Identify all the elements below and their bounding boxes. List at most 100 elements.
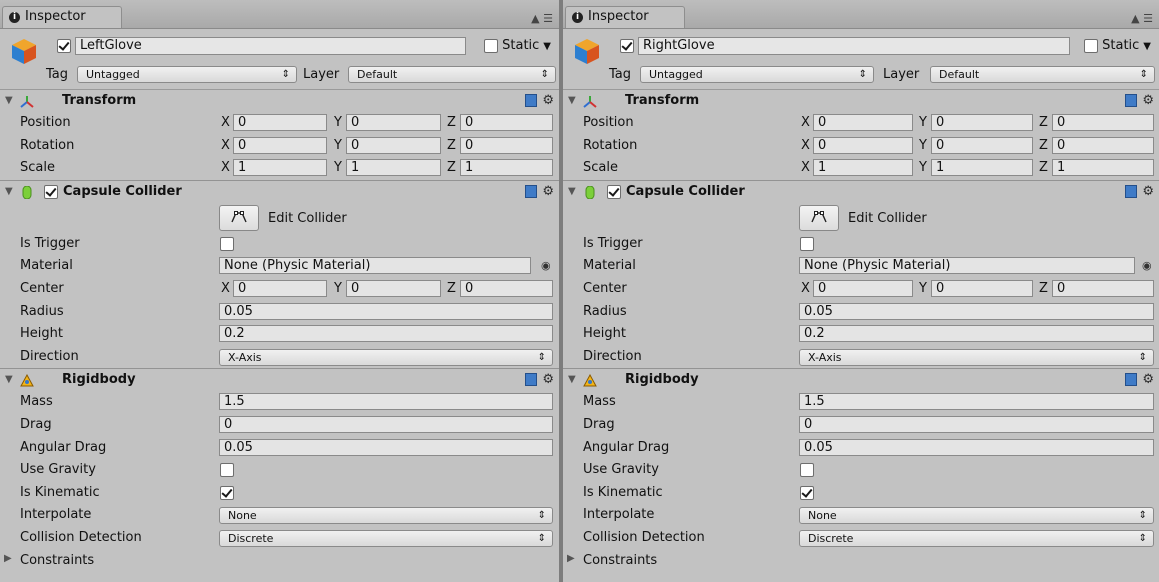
x-axis-label[interactable]: X <box>221 138 230 153</box>
mass-field[interactable]: 1.5 <box>799 393 1154 411</box>
gear-icon[interactable]: ⚙ <box>542 185 554 198</box>
gear-icon[interactable]: ⚙ <box>1142 373 1154 386</box>
rotation-x-field[interactable]: 0 <box>233 136 327 154</box>
interpolate-dropdown[interactable]: None ⇕ <box>799 507 1154 525</box>
angular-drag-field[interactable]: 0.05 <box>799 438 1154 456</box>
center-z-field[interactable]: 0 <box>1052 279 1154 297</box>
layer-dropdown[interactable]: Default ⇕ <box>930 66 1155 83</box>
center-z-field[interactable]: 0 <box>460 279 553 297</box>
direction-dropdown[interactable]: X-Axis ⇕ <box>799 348 1154 366</box>
gear-icon[interactable]: ⚙ <box>1142 94 1154 107</box>
rotation-z-field[interactable]: 0 <box>460 136 553 154</box>
object-name-field[interactable]: RightGlove <box>638 37 1070 55</box>
z-axis-label[interactable]: Z <box>1039 160 1048 175</box>
position-z-field[interactable]: 0 <box>460 114 553 131</box>
component-enabled-checkbox[interactable] <box>607 184 621 199</box>
help-book-icon[interactable] <box>525 94 538 107</box>
gear-icon[interactable]: ⚙ <box>542 94 554 107</box>
constraints-row[interactable]: ▶ Constraints <box>0 550 559 573</box>
y-axis-label[interactable]: Y <box>919 281 927 296</box>
scale-z-field[interactable]: 1 <box>460 159 553 177</box>
position-y-field[interactable]: 0 <box>931 114 1033 131</box>
z-axis-label[interactable]: Z <box>447 115 456 130</box>
fold-arrow-icon[interactable]: ▼ <box>568 181 576 203</box>
fold-arrow-icon[interactable]: ▼ <box>5 90 13 112</box>
tab-inspector[interactable]: i Inspector <box>565 6 685 28</box>
radius-field[interactable]: 0.05 <box>219 302 553 320</box>
height-field[interactable]: 0.2 <box>799 325 1154 343</box>
tab-menu-icon[interactable]: ▲ ☰ <box>531 12 553 25</box>
help-book-icon[interactable] <box>1125 373 1138 387</box>
collision-detection-dropdown[interactable]: Discrete ⇕ <box>219 529 553 547</box>
static-toggle[interactable]: Static ▼ <box>484 37 551 56</box>
x-axis-label[interactable]: X <box>801 138 810 153</box>
position-y-field[interactable]: 0 <box>346 114 441 131</box>
y-axis-label[interactable]: Y <box>334 160 342 175</box>
static-checkbox[interactable] <box>484 38 499 53</box>
rotation-x-field[interactable]: 0 <box>813 136 913 154</box>
capsule-collider-header[interactable]: ▼ Capsule Collider ⚙ <box>563 181 1159 203</box>
transform-header[interactable]: ▼ Transform ⚙ <box>0 90 559 112</box>
fold-arrow-icon[interactable]: ▼ <box>568 369 576 391</box>
object-name-field[interactable]: LeftGlove <box>75 37 466 55</box>
center-y-field[interactable]: 0 <box>346 279 441 297</box>
position-x-field[interactable]: 0 <box>233 114 327 131</box>
help-book-icon[interactable] <box>525 373 538 387</box>
use-gravity-checkbox[interactable] <box>800 463 814 478</box>
scale-x-field[interactable]: 1 <box>813 159 913 177</box>
fold-arrow-icon[interactable]: ▶ <box>567 553 575 564</box>
material-field[interactable]: None (Physic Material) <box>219 257 531 275</box>
position-z-field[interactable]: 0 <box>1052 114 1154 131</box>
tag-dropdown[interactable]: Untagged ⇕ <box>640 66 874 83</box>
use-gravity-checkbox[interactable] <box>220 463 234 478</box>
scale-y-field[interactable]: 1 <box>931 159 1033 177</box>
rotation-z-field[interactable]: 0 <box>1052 136 1154 154</box>
material-field[interactable]: None (Physic Material) <box>799 257 1135 275</box>
static-toggle[interactable]: Static ▼ <box>1084 37 1151 56</box>
is-trigger-checkbox[interactable] <box>800 236 814 251</box>
edit-collider-button[interactable] <box>219 204 259 231</box>
y-axis-label[interactable]: Y <box>334 115 342 130</box>
z-axis-label[interactable]: Z <box>447 281 456 296</box>
chevron-down-icon[interactable]: ▼ <box>543 41 551 52</box>
rigidbody-header[interactable]: ▼ Rigidbody ⚙ <box>0 369 559 391</box>
drag-field[interactable]: 0 <box>799 415 1154 433</box>
fold-arrow-icon[interactable]: ▼ <box>5 181 13 203</box>
interpolate-dropdown[interactable]: None ⇕ <box>219 507 553 525</box>
center-y-field[interactable]: 0 <box>931 279 1033 297</box>
gear-icon[interactable]: ⚙ <box>542 373 554 386</box>
help-book-icon[interactable] <box>1125 94 1138 107</box>
help-book-icon[interactable] <box>525 184 538 198</box>
position-x-field[interactable]: 0 <box>813 114 913 131</box>
center-x-field[interactable]: 0 <box>233 279 327 297</box>
scale-y-field[interactable]: 1 <box>346 159 441 177</box>
x-axis-label[interactable]: X <box>221 281 230 296</box>
drag-field[interactable]: 0 <box>219 415 553 433</box>
height-field[interactable]: 0.2 <box>219 325 553 343</box>
transform-header[interactable]: ▼ Transform ⚙ <box>563 90 1159 112</box>
y-axis-label[interactable]: Y <box>334 138 342 153</box>
is-kinematic-checkbox[interactable] <box>800 485 814 500</box>
layer-dropdown[interactable]: Default ⇕ <box>348 66 556 83</box>
capsule-collider-header[interactable]: ▼ Capsule Collider ⚙ <box>0 181 559 203</box>
angular-drag-field[interactable]: 0.05 <box>219 438 553 456</box>
help-book-icon[interactable] <box>1125 184 1138 198</box>
y-axis-label[interactable]: Y <box>919 115 927 130</box>
rigidbody-header[interactable]: ▼ Rigidbody ⚙ <box>563 369 1159 391</box>
chevron-down-icon[interactable]: ▼ <box>1143 41 1151 52</box>
tab-inspector[interactable]: i Inspector <box>2 6 122 28</box>
rotation-y-field[interactable]: 0 <box>346 136 441 154</box>
gear-icon[interactable]: ⚙ <box>1142 185 1154 198</box>
x-axis-label[interactable]: X <box>801 281 810 296</box>
z-axis-label[interactable]: Z <box>1039 138 1048 153</box>
rotation-y-field[interactable]: 0 <box>931 136 1033 154</box>
fold-arrow-icon[interactable]: ▼ <box>5 369 13 391</box>
scale-x-field[interactable]: 1 <box>233 159 327 177</box>
object-picker-icon[interactable]: ◉ <box>1142 259 1152 272</box>
direction-dropdown[interactable]: X-Axis ⇕ <box>219 348 553 366</box>
component-enabled-checkbox[interactable] <box>44 184 58 199</box>
tab-menu-icon[interactable]: ▲ ☰ <box>1131 12 1153 25</box>
z-axis-label[interactable]: Z <box>1039 281 1048 296</box>
fold-arrow-icon[interactable]: ▶ <box>4 553 12 564</box>
x-axis-label[interactable]: X <box>801 160 810 175</box>
